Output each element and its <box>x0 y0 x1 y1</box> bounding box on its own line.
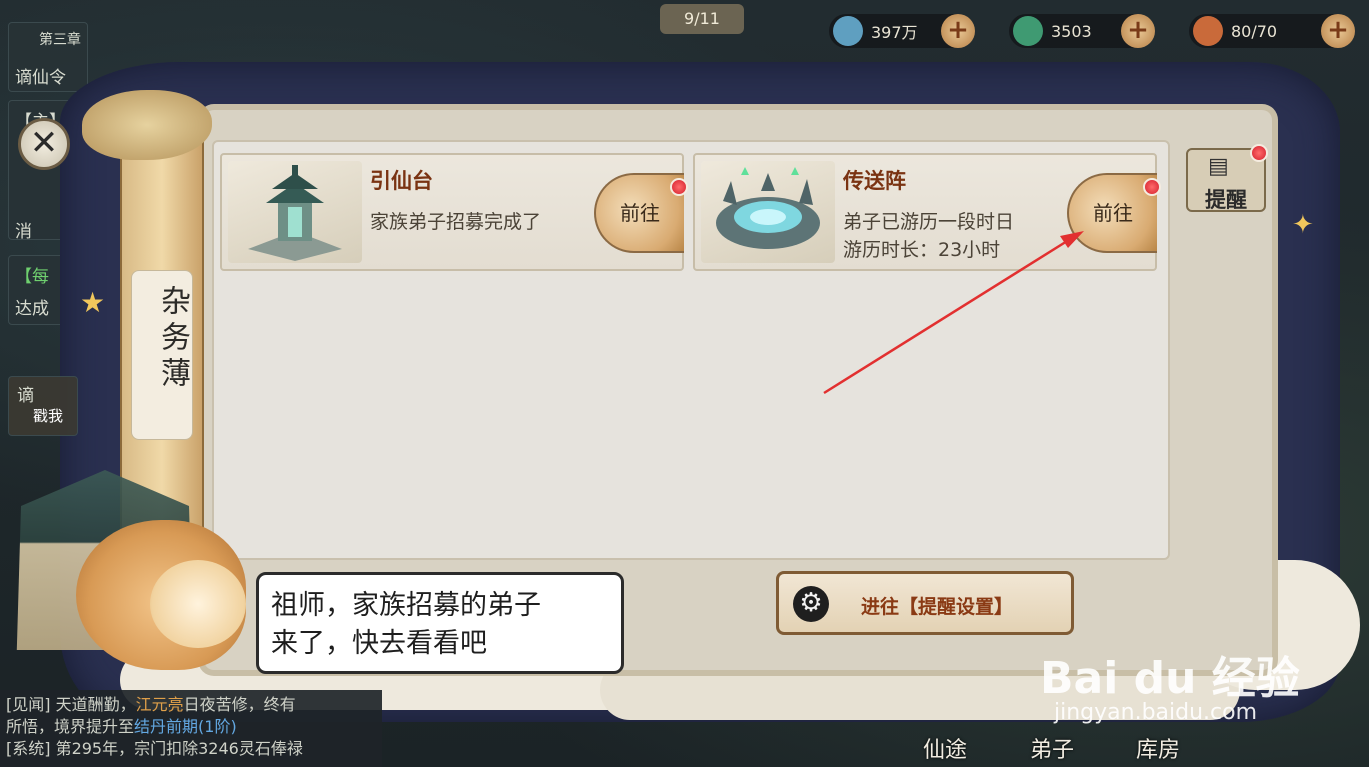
daily-quest-sub-label: 达成 <box>15 299 49 319</box>
log-realm: 结丹前期(1阶) <box>134 717 237 736</box>
watermark-url: jingyan.baidu.com <box>1054 700 1258 725</box>
stamina-value: 80/70 <box>1231 21 1278 41</box>
add-stamina-button[interactable]: + <box>1321 14 1355 48</box>
pagoda-icon <box>248 165 342 261</box>
task-description: 家族弟子招募完成了 <box>370 211 542 233</box>
chapter-sub-label: 谪仙令 <box>15 68 66 88</box>
speech-line: 祖师，家族招募的弟子 <box>271 590 541 621</box>
notification-dot <box>1143 178 1161 196</box>
recruit-platform-thumbnail <box>228 161 362 263</box>
reminder-tab-label: 提醒 <box>1205 188 1247 212</box>
log-line: [见闻] 天道酬勤，江元亮日夜苦修，终有 <box>6 694 376 716</box>
dog-mascot-face <box>150 560 246 648</box>
close-button[interactable]: ✕ <box>18 118 70 170</box>
add-jade-button[interactable]: + <box>1121 14 1155 48</box>
resource-jade: 3503 + <box>1009 14 1155 48</box>
gear-icon: ⚙ <box>793 586 829 622</box>
nav-path[interactable]: 仙途 <box>923 732 967 764</box>
resource-stamina: 80/70 + <box>1189 14 1355 48</box>
log-text: 所悟，境界提升至 <box>6 717 135 736</box>
baidu-watermark: Bai du 经验 jingyan.baidu.com <box>1040 642 1360 742</box>
log-line: 所悟，境界提升至结丹前期(1阶) <box>6 716 376 738</box>
task-duration: 游历时长：23小时 <box>843 239 1001 261</box>
speech-bubble: 祖师，家族招募的弟子 来了，快去看看吧 <box>256 572 624 674</box>
notification-dot <box>670 178 688 196</box>
star-icon: ✦ <box>1292 210 1314 240</box>
chapter-label: 第三章 <box>39 32 81 48</box>
speech-line: 来了，快去看看吧 <box>271 628 487 659</box>
scroll-title-plate: 杂务薄 <box>131 270 193 440</box>
scroll-title: 杂务薄 <box>155 285 190 393</box>
page-indicator: 9/11 <box>660 4 744 34</box>
watermark-brand: Bai du 经验 <box>1040 653 1300 704</box>
star-icon: ★ <box>80 286 106 319</box>
spirit-stone-value: 397万 <box>871 23 918 42</box>
resource-spirit-stone: 397万 + <box>829 14 975 48</box>
reminder-settings-button[interactable]: ⚙ 进往【提醒设置】 <box>776 571 1074 635</box>
stamina-icon <box>1193 16 1223 46</box>
poke-badge-label: 戳我 <box>33 407 64 425</box>
task-title: 引仙台 <box>370 169 433 193</box>
scroll-list-icon: ▤ <box>1208 154 1229 179</box>
main-quest-sub-label: 消 <box>15 222 32 242</box>
jade-value: 3503 <box>1051 21 1092 41</box>
daily-quest-label: 【每 <box>15 267 49 287</box>
poke-badge-sub: 谪 <box>17 386 34 406</box>
task-description: 弟子已游历一段时日 <box>843 211 1015 233</box>
task-card-recruit: 引仙台 家族弟子招募完成了 前往 <box>220 153 684 271</box>
event-log: [见闻] 天道酬勤，江元亮日夜苦修，终有 所悟，境界提升至结丹前期(1阶) [系… <box>0 690 382 767</box>
notification-dot <box>1250 144 1268 162</box>
jade-icon <box>1013 16 1043 46</box>
teleport-array-thumbnail <box>701 161 835 263</box>
spirit-stone-icon <box>833 16 863 46</box>
add-spirit-stone-button[interactable]: + <box>941 14 975 48</box>
poke-me-badge[interactable]: 谪 戳我 <box>8 376 78 436</box>
log-text: 日夜苦修，终有 <box>183 695 296 714</box>
chapter-panel[interactable]: 第三章 谪仙令 <box>8 22 88 92</box>
task-title: 传送阵 <box>843 169 906 193</box>
reminder-settings-label: 进往【提醒设置】 <box>861 596 1014 618</box>
speech-text: 祖师，家族招募的弟子 来了，快去看看吧 <box>271 587 621 663</box>
log-line: [系统] 第295年，宗门扣除3246灵石俸禄 <box>6 739 303 758</box>
teleport-array-icon <box>716 167 820 249</box>
resource-bar: 397万 + 3503 + 80/70 + <box>809 0 1369 62</box>
log-text: [见闻] 天道酬勤， <box>6 695 136 714</box>
task-card-teleport: 传送阵 弟子已游历一段时日 游历时长：23小时 前往 <box>693 153 1157 271</box>
log-character-name: 江元亮 <box>135 695 184 714</box>
scroll-rod-cap <box>82 90 212 160</box>
